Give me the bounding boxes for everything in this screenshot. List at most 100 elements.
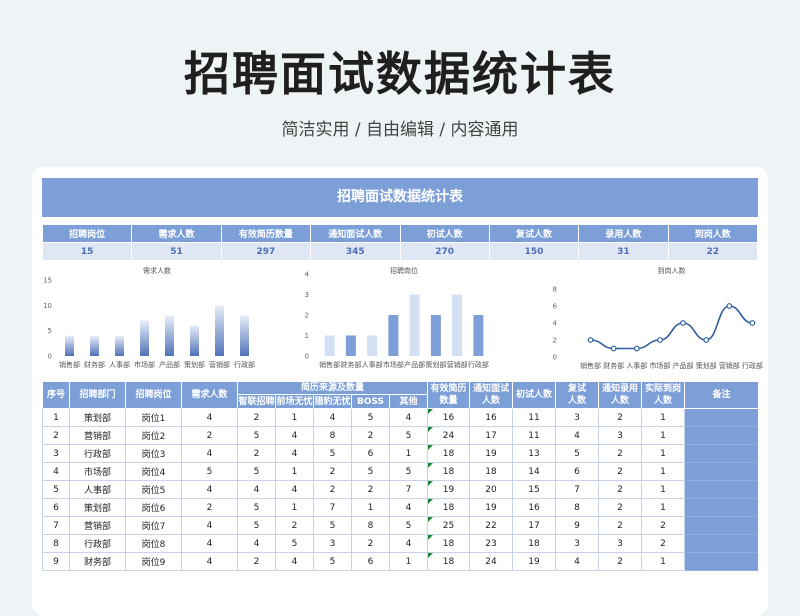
table-cell[interactable]: 4 <box>181 552 238 571</box>
table-cell[interactable]: 营销部 <box>69 516 126 535</box>
table-cell[interactable]: 5 <box>388 516 429 535</box>
table-cell[interactable]: 2 <box>237 552 276 571</box>
table-cell[interactable]: 2 <box>181 426 238 445</box>
table-cell[interactable]: 1 <box>351 498 390 517</box>
table-cell[interactable]: 5 <box>181 462 238 481</box>
table-cell[interactable]: 2 <box>598 516 643 535</box>
table-cell[interactable]: 1 <box>42 408 70 427</box>
table-cell[interactable]: 4 <box>275 444 314 463</box>
table-cell[interactable]: 19 <box>469 498 514 517</box>
table-cell[interactable]: 1 <box>641 426 686 445</box>
table-cell[interactable]: 3 <box>555 408 600 427</box>
table-cell[interactable]: 岗位3 <box>125 444 182 463</box>
table-cell[interactable]: 4 <box>275 426 314 445</box>
note-cell[interactable] <box>684 408 758 427</box>
summary-value[interactable]: 297 <box>220 242 312 261</box>
table-cell[interactable]: 4 <box>388 534 429 553</box>
table-cell[interactable]: 18 <box>512 534 557 553</box>
table-cell[interactable]: 2 <box>598 444 643 463</box>
table-cell[interactable]: 5 <box>237 516 276 535</box>
table-cell[interactable]: 5 <box>351 408 390 427</box>
table-cell[interactable]: 1 <box>275 408 314 427</box>
table-cell[interactable]: 行政部 <box>69 444 126 463</box>
table-cell[interactable]: 15 <box>512 480 557 499</box>
table-cell[interactable]: 4 <box>313 408 352 427</box>
table-cell[interactable]: 3 <box>42 444 70 463</box>
table-cell[interactable]: 5 <box>313 516 352 535</box>
table-cell[interactable]: 营销部 <box>69 426 126 445</box>
summary-value[interactable]: 51 <box>131 242 222 261</box>
table-cell[interactable]: 策划部 <box>69 498 126 517</box>
table-cell[interactable]: 9 <box>555 516 600 535</box>
table-cell[interactable]: 6 <box>351 444 390 463</box>
table-cell[interactable]: 17 <box>512 516 557 535</box>
table-cell[interactable]: 1 <box>275 462 314 481</box>
table-cell[interactable]: 18 <box>427 462 471 481</box>
table-cell[interactable]: 人事部 <box>69 480 126 499</box>
table-cell[interactable]: 5 <box>237 462 276 481</box>
table-cell[interactable]: 岗位5 <box>125 480 182 499</box>
table-cell[interactable]: 2 <box>351 480 390 499</box>
table-cell[interactable]: 18 <box>427 498 471 517</box>
table-cell[interactable]: 岗位7 <box>125 516 182 535</box>
table-cell[interactable]: 4 <box>388 408 429 427</box>
note-cell[interactable] <box>684 480 758 499</box>
summary-value[interactable]: 345 <box>310 242 401 261</box>
table-cell[interactable]: 2 <box>313 480 352 499</box>
table-cell[interactable]: 23 <box>469 534 514 553</box>
note-cell[interactable] <box>684 462 758 481</box>
table-cell[interactable]: 3 <box>598 426 643 445</box>
table-cell[interactable]: 5 <box>313 444 352 463</box>
table-cell[interactable]: 3 <box>313 534 352 553</box>
table-cell[interactable]: 2 <box>351 534 390 553</box>
table-cell[interactable]: 岗位6 <box>125 498 182 517</box>
table-cell[interactable]: 4 <box>181 534 238 553</box>
table-cell[interactable]: 2 <box>313 462 352 481</box>
table-cell[interactable]: 14 <box>512 462 557 481</box>
table-cell[interactable]: 4 <box>555 426 600 445</box>
note-cell[interactable] <box>684 444 758 463</box>
table-cell[interactable]: 2 <box>237 444 276 463</box>
table-cell[interactable]: 18 <box>427 552 471 571</box>
table-cell[interactable]: 6 <box>555 462 600 481</box>
table-cell[interactable]: 16 <box>512 498 557 517</box>
table-cell[interactable]: 2 <box>42 426 70 445</box>
table-cell[interactable]: 4 <box>555 552 600 571</box>
table-cell[interactable]: 11 <box>512 408 557 427</box>
table-cell[interactable]: 4 <box>237 480 276 499</box>
table-cell[interactable]: 1 <box>641 444 686 463</box>
table-cell[interactable]: 1 <box>641 498 686 517</box>
table-cell[interactable]: 1 <box>641 480 686 499</box>
summary-value[interactable]: 150 <box>488 242 580 261</box>
summary-value[interactable]: 31 <box>578 242 669 261</box>
table-cell[interactable]: 4 <box>181 408 238 427</box>
table-cell[interactable]: 5 <box>275 534 314 553</box>
table-cell[interactable]: 4 <box>181 444 238 463</box>
table-cell[interactable]: 1 <box>641 552 686 571</box>
table-cell[interactable]: 16 <box>427 408 471 427</box>
table-cell[interactable]: 行政部 <box>69 534 126 553</box>
table-cell[interactable]: 5 <box>237 498 276 517</box>
table-cell[interactable]: 岗位4 <box>125 462 182 481</box>
table-cell[interactable]: 9 <box>42 552 70 571</box>
table-cell[interactable]: 市场部 <box>69 462 126 481</box>
table-cell[interactable]: 8 <box>351 516 390 535</box>
note-cell[interactable] <box>684 516 758 535</box>
table-cell[interactable]: 5 <box>388 462 429 481</box>
table-cell[interactable]: 5 <box>388 426 429 445</box>
note-cell[interactable] <box>684 552 758 571</box>
table-cell[interactable]: 19 <box>469 444 514 463</box>
table-cell[interactable]: 4 <box>181 480 238 499</box>
table-cell[interactable]: 24 <box>469 552 514 571</box>
table-cell[interactable]: 1 <box>641 462 686 481</box>
table-cell[interactable]: 4 <box>237 534 276 553</box>
table-cell[interactable]: 6 <box>351 552 390 571</box>
table-cell[interactable]: 2 <box>598 408 643 427</box>
table-cell[interactable]: 5 <box>237 426 276 445</box>
summary-value[interactable]: 15 <box>41 242 133 261</box>
table-cell[interactable]: 1 <box>388 444 429 463</box>
table-cell[interactable]: 7 <box>388 480 429 499</box>
table-cell[interactable]: 24 <box>427 426 471 445</box>
table-cell[interactable]: 岗位1 <box>125 408 182 427</box>
table-cell[interactable]: 2 <box>237 408 276 427</box>
